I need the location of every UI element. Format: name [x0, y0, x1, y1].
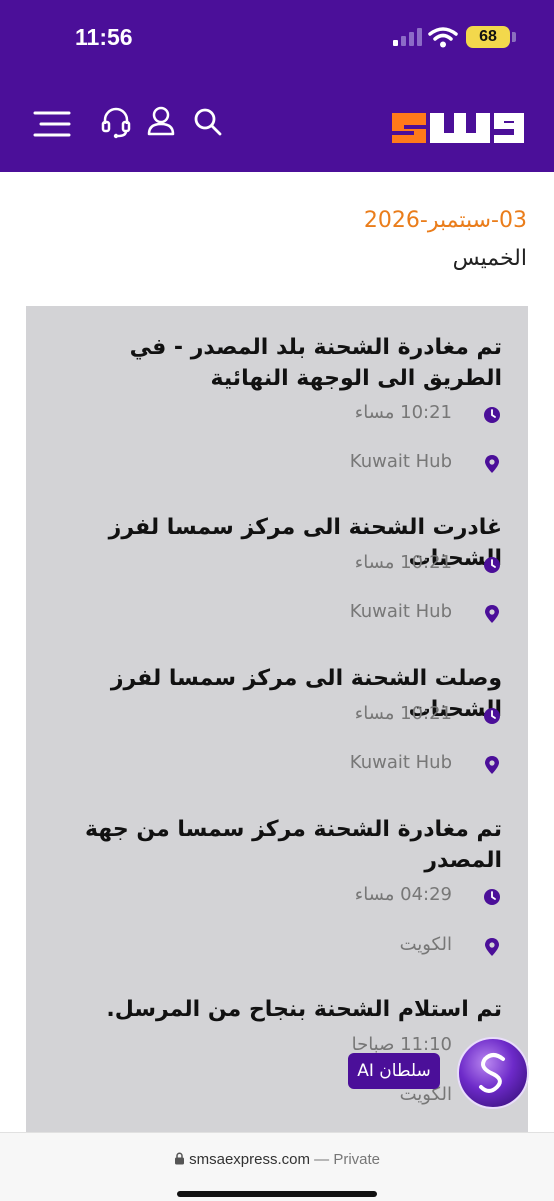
tracking-events-panel: تم مغادرة الشحنة بلد المصدر - في الطريق …: [26, 306, 528, 1132]
brand-logo[interactable]: [386, 103, 526, 147]
assistant-s-icon: [479, 1053, 505, 1093]
location-pin-icon: [485, 756, 499, 774]
url-domain: smsaexpress.com: [189, 1151, 310, 1168]
event-title: تم استلام الشحنة بنجاح من المرسل.: [106, 997, 502, 1022]
tracking-event: تم مغادرة الشحنة مركز سمسا من جهة المصدر…: [52, 814, 502, 956]
clock-icon: [484, 407, 500, 423]
url-separator: —: [314, 1151, 330, 1168]
tracking-event: تم مغادرة الشحنة بلد المصدر - في الطريق …: [52, 332, 502, 473]
event-location: الكويت: [399, 934, 452, 955]
ai-assistant-button[interactable]: [457, 1037, 529, 1109]
event-time: 10:21 مساء: [354, 703, 452, 724]
event-title: تم مغادرة الشحنة بلد المصدر - في الطريق …: [129, 335, 502, 391]
event-time-row: 04:29 مساء: [322, 884, 502, 914]
battery-indicator: 68: [466, 26, 510, 48]
event-location-row: الكويت: [322, 934, 502, 964]
event-time-row: 10:21 مساء: [322, 703, 502, 733]
timeline-date: 03-سبتمبر-2026: [363, 208, 527, 233]
app-header: 11:56 68: [0, 0, 554, 172]
browser-address-bar[interactable]: smsaexpress.com — Private: [0, 1132, 554, 1201]
cell-signal-icon: [393, 28, 422, 46]
user-icon[interactable]: [147, 106, 175, 136]
search-icon[interactable]: [193, 107, 223, 137]
event-location: Kuwait Hub: [349, 601, 452, 622]
location-pin-icon: [485, 938, 499, 956]
private-mode-label: Private: [333, 1151, 381, 1168]
event-time: 10:21 مساء: [354, 402, 452, 423]
ai-assistant-label[interactable]: سلطان AI: [348, 1053, 440, 1089]
location-pin-icon: [485, 605, 499, 623]
event-location-row: Kuwait Hub: [322, 752, 502, 782]
timeline-day: الخميس: [452, 246, 527, 271]
tracking-event: تم استلام الشحنة بنجاح من المرسل. 11:10 …: [52, 994, 502, 1106]
battery-tip: [512, 32, 516, 42]
home-indicator[interactable]: [177, 1191, 377, 1197]
lock-icon: [174, 1152, 184, 1165]
status-time: 11:56: [75, 24, 133, 50]
event-title: تم مغادرة الشحنة مركز سمسا من جهة المصدر: [84, 817, 502, 873]
tracking-event: وصلت الشحنة الى مركز سمسا لفرز الشحنات 1…: [52, 663, 502, 774]
headset-icon[interactable]: [101, 107, 131, 139]
wifi-icon: [428, 27, 458, 48]
clock-icon: [484, 889, 500, 905]
event-time-row: 10:21 مساء: [322, 402, 502, 432]
location-pin-icon: [485, 455, 499, 473]
event-time: 11:10 صباحا: [351, 1034, 452, 1055]
event-time: 10:21 مساء: [354, 552, 452, 573]
event-location-row: Kuwait Hub: [322, 451, 502, 481]
url-bar[interactable]: smsaexpress.com — Private: [0, 1151, 554, 1168]
tracking-content: 03-سبتمبر-2026 الخميس تم مغادرة الشحنة ب…: [0, 172, 554, 1132]
event-location: Kuwait Hub: [349, 752, 452, 773]
event-location: Kuwait Hub: [349, 451, 452, 472]
clock-icon: [484, 557, 500, 573]
menu-icon[interactable]: [33, 110, 71, 138]
event-location-row: Kuwait Hub: [322, 601, 502, 631]
clock-icon: [484, 708, 500, 724]
event-time: 04:29 مساء: [354, 884, 452, 905]
tracking-event: غادرت الشحنة الى مركز سمسا لفرز الشحنات …: [52, 512, 502, 623]
event-time-row: 10:21 مساء: [322, 552, 502, 582]
